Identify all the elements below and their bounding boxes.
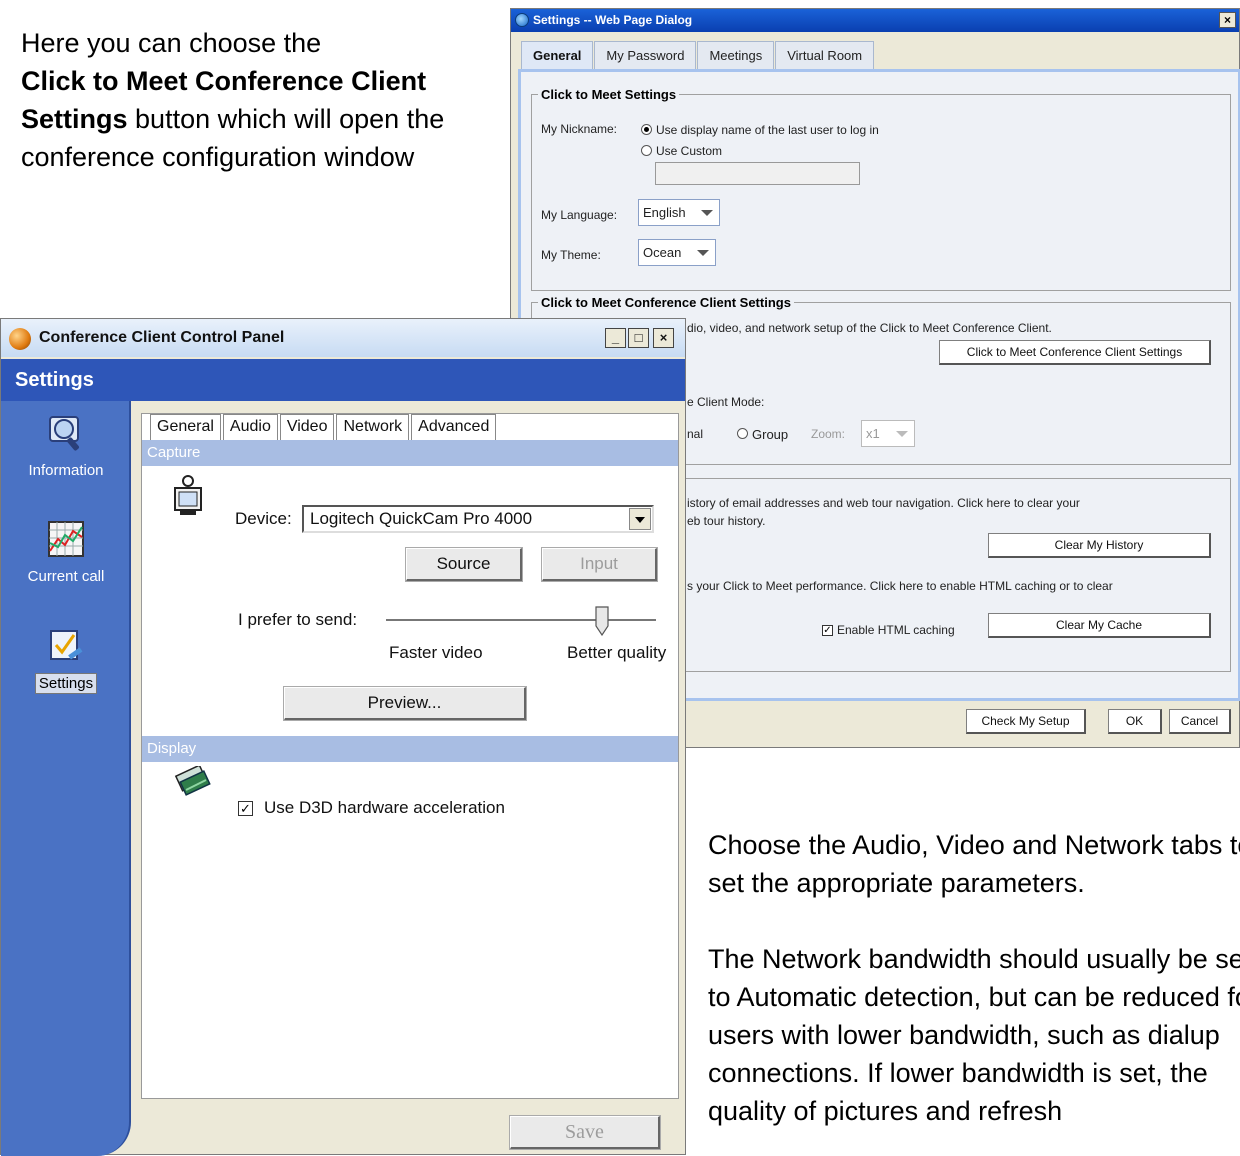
tab-general[interactable]: General <box>521 41 594 69</box>
quality-slider-thumb[interactable] <box>595 606 609 637</box>
nickname-custom-radio[interactable] <box>641 145 652 156</box>
conference-client-settings-legend: Click to Meet Conference Client Settings <box>541 295 791 310</box>
cancel-button[interactable]: Cancel <box>1169 709 1231 734</box>
ok-button[interactable]: OK <box>1108 709 1162 734</box>
display-section-bar: Display <box>142 736 678 762</box>
tab-virtual-room[interactable]: Virtual Room <box>775 41 875 69</box>
intro-prefix: Here you can choose the <box>21 28 322 58</box>
custom-nickname-input[interactable] <box>655 162 860 185</box>
notes-paragraph-1: Choose the Audio, Video and Network tabs… <box>708 830 1240 898</box>
theme-label: My Theme: <box>541 248 601 262</box>
tab-my-password[interactable]: My Password <box>594 41 697 69</box>
source-button[interactable]: Source <box>405 547 523 582</box>
device-label: Device: <box>235 509 292 528</box>
d3d-checkbox[interactable]: ✓ <box>238 801 253 816</box>
ccp-titlebar: Conference Client Control Panel _ □ × <box>1 319 685 357</box>
mode-group-radio[interactable] <box>737 428 748 439</box>
webcam-icon <box>172 474 204 518</box>
web-dialog-tabs: General My Password Meetings Virtual Room <box>521 41 875 69</box>
sidebar-current-call-label: Current call <box>27 568 105 585</box>
quality-slider-track[interactable] <box>386 619 656 622</box>
theme-value: Ocean <box>643 245 682 260</box>
language-select[interactable]: English <box>638 199 720 226</box>
language-label: My Language: <box>541 208 618 222</box>
tab-general[interactable]: General <box>150 414 221 440</box>
slider-max-label: Better quality <box>567 643 667 662</box>
chevron-down-icon <box>629 508 651 530</box>
sidebar-item-current-call[interactable]: Current call <box>1 519 131 586</box>
graphics-card-icon <box>172 764 212 798</box>
tab-audio[interactable]: Audio <box>222 414 278 440</box>
ccp-title: Conference Client Control Panel <box>39 329 285 346</box>
conference-client-settings-button[interactable]: Click to Meet Conference Client Settings <box>939 340 1211 365</box>
clear-history-button[interactable]: Clear My History <box>988 533 1211 558</box>
zoom-value: x1 <box>866 426 880 441</box>
input-button[interactable]: Input <box>541 547 658 582</box>
slider-min-label: Faster video <box>389 643 483 662</box>
theme-select[interactable]: Ocean <box>638 239 716 266</box>
conference-client-description: dio, video, and network setup of the Cli… <box>687 321 1052 335</box>
web-dialog-close-button[interactable]: × <box>1219 12 1236 28</box>
minimize-button[interactable]: _ <box>605 328 626 348</box>
cache-text: s your Click to Meet performance. Click … <box>687 579 1113 593</box>
mode-option-1-label: nal <box>687 427 704 441</box>
web-dialog-titlebar: Settings -- Web Page Dialog × <box>511 9 1239 32</box>
sidebar-item-settings[interactable]: Settings <box>1 625 131 694</box>
history-text-line-1: istory of email addresses and web tour n… <box>687 496 1080 510</box>
intro-text: Here you can choose the Click to Meet Co… <box>21 24 461 176</box>
client-mode-label: e Client Mode: <box>687 395 765 409</box>
enable-caching-label: Enable HTML caching <box>837 623 955 637</box>
settings-icon <box>46 625 86 667</box>
zoom-select[interactable]: x1 <box>861 420 915 447</box>
ccp-sidebar: Information Current call Settings <box>1 401 131 1156</box>
device-value: Logitech QuickCam Pro 4000 <box>310 509 533 528</box>
nickname-label: My Nickname: <box>541 122 618 136</box>
sidebar-item-information[interactable]: Information <box>1 413 131 480</box>
ccp-header: Settings <box>1 359 685 401</box>
notes-paragraph-2: The Network bandwidth should usually be … <box>708 944 1240 1126</box>
prefer-to-send-label: I prefer to send: <box>238 610 358 629</box>
history-text-line-2: eb tour history. <box>687 514 766 528</box>
conference-client-control-panel: Conference Client Control Panel _ □ × Se… <box>0 318 686 1156</box>
save-button[interactable]: Save <box>509 1115 661 1150</box>
zoom-label: Zoom: <box>811 427 846 441</box>
tab-network[interactable]: Network <box>336 414 410 440</box>
capture-section-bar: Capture <box>142 440 678 466</box>
ccp-tabs: General Audio Video Network Advanced <box>150 414 498 444</box>
enable-caching-checkbox[interactable]: ✓ <box>822 625 833 636</box>
chevron-down-icon <box>896 431 908 437</box>
click-to-meet-settings-group: Click to Meet Settings <box>531 87 1231 291</box>
chevron-down-icon <box>701 210 713 216</box>
tab-meetings[interactable]: Meetings <box>697 41 775 69</box>
click-to-meet-settings-legend: Click to Meet Settings <box>541 87 677 102</box>
ccp-content: General Audio Video Network Advanced Capture… <box>141 413 679 1099</box>
device-select[interactable]: Logitech QuickCam Pro 4000 <box>302 505 654 533</box>
web-dialog-title: Settings -- Web Page Dialog <box>533 13 693 27</box>
clear-cache-button[interactable]: Clear My Cache <box>988 613 1211 638</box>
internet-explorer-icon <box>515 13 529 27</box>
check-my-setup-button[interactable]: Check My Setup <box>966 709 1086 734</box>
d3d-label: Use D3D hardware acceleration <box>264 798 505 817</box>
current-call-icon <box>46 519 86 561</box>
sidebar-information-label: Information <box>28 462 104 479</box>
maximize-button[interactable]: □ <box>628 328 649 348</box>
language-value: English <box>643 205 686 220</box>
preview-button[interactable]: Preview... <box>283 686 527 721</box>
mode-option-2-label: Group <box>752 427 789 442</box>
close-button[interactable]: × <box>653 328 674 348</box>
notes-text: Choose the Audio, Video and Network tabs… <box>708 826 1240 1130</box>
chevron-down-icon <box>697 250 709 256</box>
conference-logo-icon <box>9 328 31 350</box>
tab-advanced[interactable]: Advanced <box>411 414 497 440</box>
nickname-option-1-label: Use display name of the last user to log… <box>656 123 879 137</box>
nickname-option-2-label: Use Custom <box>656 144 723 158</box>
sidebar-settings-label: Settings <box>34 673 98 694</box>
information-icon <box>46 413 86 455</box>
nickname-display-name-radio[interactable] <box>641 124 652 135</box>
